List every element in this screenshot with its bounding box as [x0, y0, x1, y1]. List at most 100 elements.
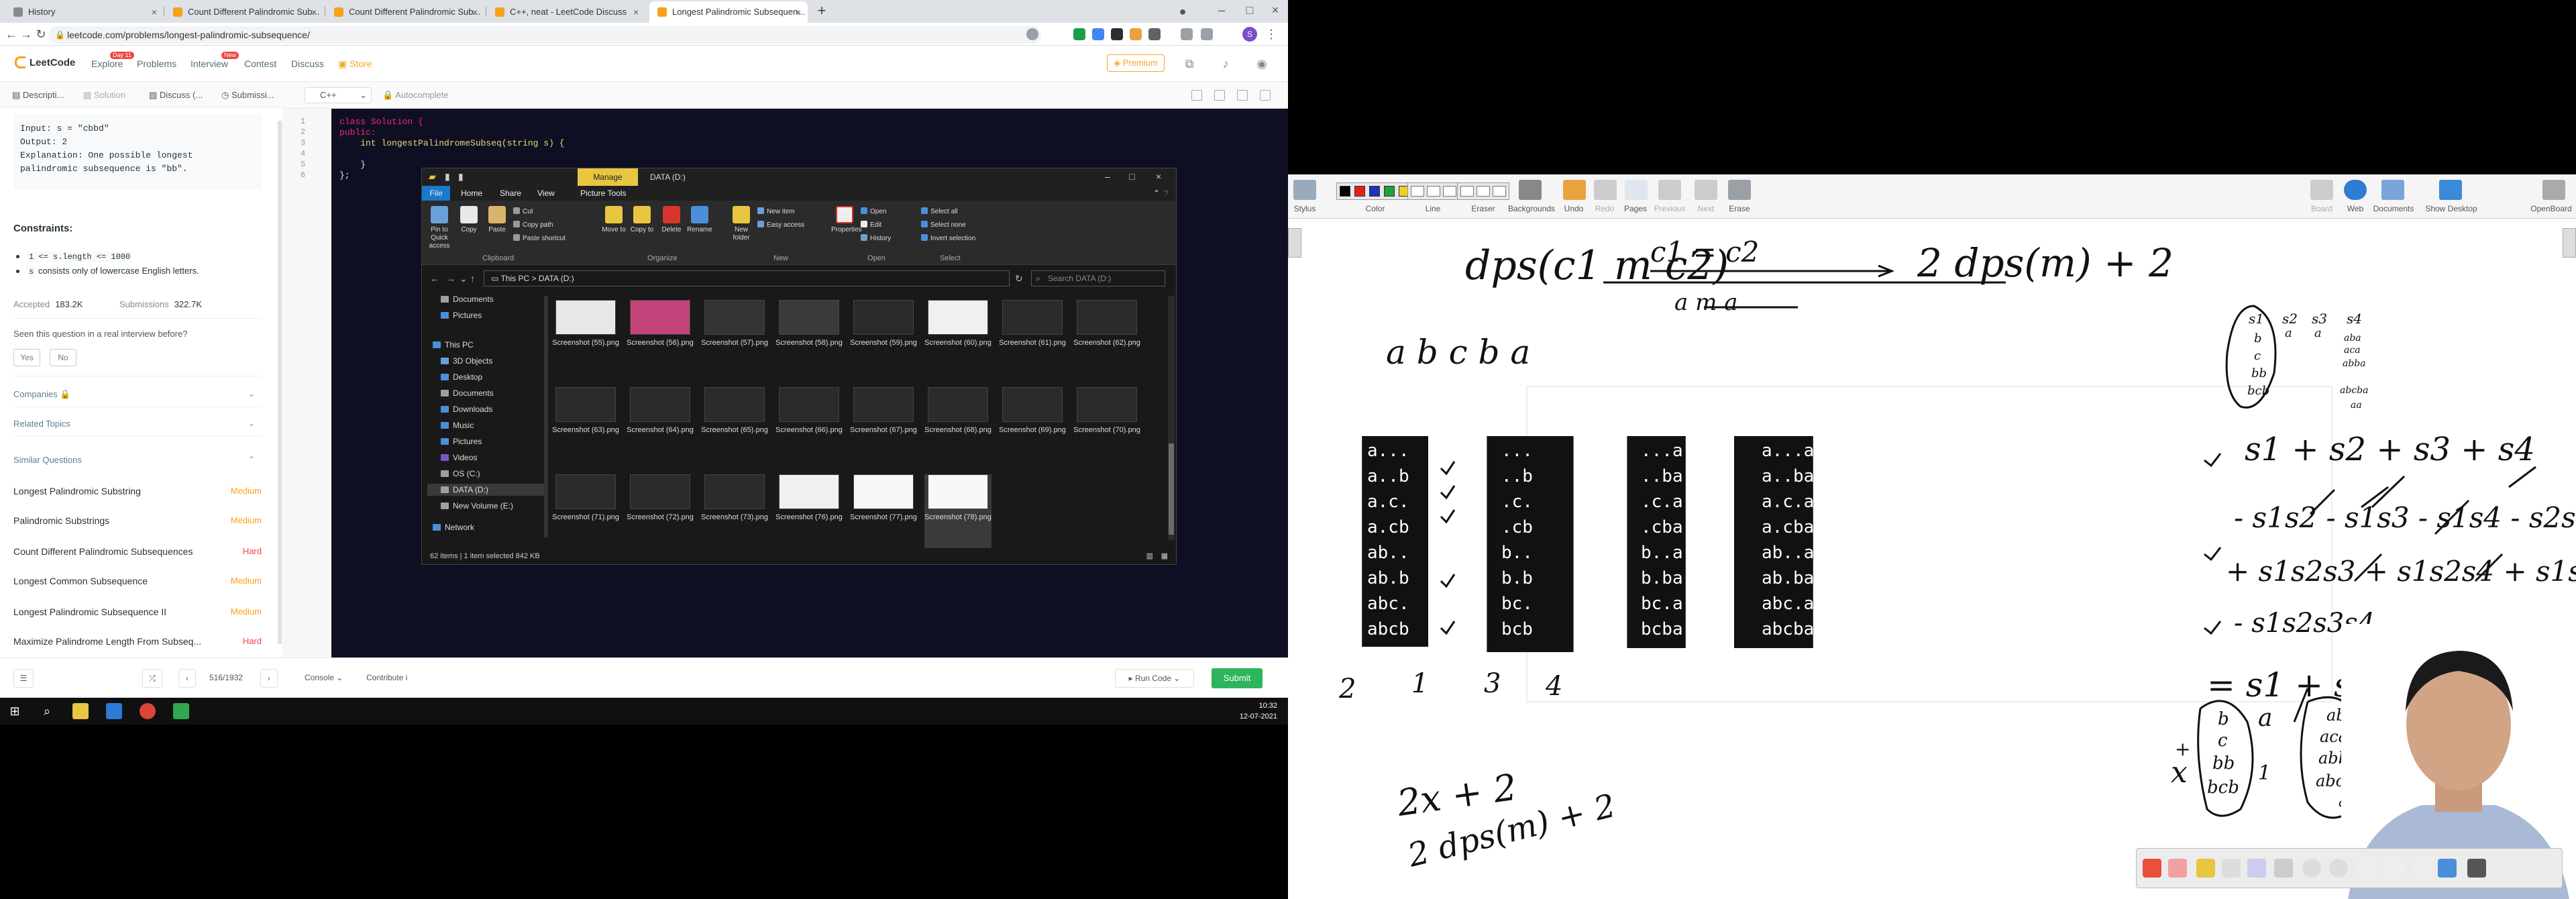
color-blue-swatch[interactable] — [1369, 186, 1380, 197]
forward-icon[interactable]: → — [19, 27, 34, 42]
eraser-medium-button[interactable] — [1477, 186, 1490, 197]
nav-os-c[interactable]: OS (C:) — [441, 469, 480, 478]
backgrounds-icon[interactable] — [1519, 180, 1542, 200]
nav-pictures[interactable]: Pictures — [441, 437, 482, 446]
details-view-icon[interactable]: ▥ — [1146, 548, 1153, 564]
paste-shortcut-button[interactable]: Paste shortcut — [513, 234, 566, 242]
tab-description[interactable]: ▤ Descripti... — [12, 90, 64, 101]
copy-path-button[interactable]: Copy path — [513, 221, 553, 229]
file-thumbnail[interactable]: Screenshot (69).png — [999, 387, 1066, 468]
tab-discuss[interactable]: ▨ Discuss (... — [149, 90, 203, 101]
browser-tab-count-2[interactable]: Count Different Palindromic Sub... × — [326, 1, 484, 23]
extension-icon[interactable] — [1130, 28, 1142, 40]
extension-icon[interactable] — [1111, 28, 1123, 40]
quick-access-icon[interactable]: ▮ — [458, 171, 464, 182]
paste-button[interactable]: Paste — [484, 206, 511, 234]
close-tab-icon[interactable]: × — [472, 1, 478, 23]
eraser-small-button[interactable] — [1460, 186, 1474, 197]
nav-this-pc[interactable]: This PC — [433, 340, 474, 350]
file-thumbnail[interactable]: Screenshot (58).png — [775, 300, 843, 380]
chevron-down-icon[interactable]: ⌄ — [248, 419, 255, 428]
rename-button[interactable]: Rename — [686, 206, 713, 234]
show-desktop-icon[interactable] — [2439, 180, 2462, 200]
shuffle-icon[interactable]: ⤮ — [142, 669, 162, 688]
vscode-icon[interactable] — [106, 703, 122, 719]
board-icon[interactable] — [2310, 180, 2333, 200]
large-icons-view-icon[interactable]: ▦ — [1161, 548, 1168, 564]
menu-kebab-icon[interactable]: ⋮ — [1264, 27, 1279, 42]
user-avatar-icon[interactable]: ◉ — [1254, 56, 1269, 71]
eraser-large-button[interactable] — [1493, 186, 1506, 197]
file-thumbnail[interactable]: Screenshot (72).png — [627, 474, 694, 555]
interact-icon[interactable] — [2247, 859, 2266, 878]
openboard-icon[interactable] — [173, 703, 189, 719]
nav-3d-objects[interactable]: 3D Objects — [441, 356, 492, 366]
select-all-button[interactable]: Select all — [921, 207, 958, 215]
redo-icon[interactable] — [1594, 180, 1617, 200]
extension-icon[interactable] — [1073, 28, 1085, 40]
next-page-icon[interactable] — [1695, 180, 1717, 200]
close-window-icon[interactable]: × — [1268, 3, 1283, 17]
file-thumbnail[interactable]: Screenshot (65).png — [701, 387, 768, 468]
new-item-button[interactable]: New item — [757, 207, 795, 215]
back-icon[interactable]: ← — [4, 27, 19, 42]
nav-discuss[interactable]: Discuss — [291, 58, 324, 69]
ribbon-tab-home[interactable]: Home — [461, 189, 482, 198]
nav-new-volume-e[interactable]: New Volume (E:) — [441, 501, 513, 511]
nav-documents[interactable]: Documents — [441, 388, 494, 398]
nav-problems[interactable]: Problems — [137, 58, 176, 69]
nav-pane-scrollbar[interactable] — [544, 296, 548, 537]
minimize-icon[interactable]: – — [1214, 3, 1229, 17]
no-button[interactable]: No — [50, 349, 76, 366]
yes-button[interactable]: Yes — [13, 349, 40, 366]
zoom-in-icon[interactable] — [2302, 859, 2321, 878]
reset-icon[interactable] — [1214, 90, 1225, 101]
profile-avatar[interactable]: S — [1242, 27, 1257, 42]
eraser-icon[interactable] — [2168, 859, 2187, 878]
color-red-swatch[interactable] — [1354, 186, 1365, 197]
file-thumbnail[interactable]: Screenshot (76).png — [775, 474, 843, 555]
easy-access-button[interactable]: Easy access — [757, 221, 804, 229]
fullscreen-icon[interactable] — [1260, 90, 1271, 101]
nav-pictures[interactable]: Pictures — [441, 311, 482, 320]
cut-button[interactable]: Cut — [513, 207, 533, 215]
nav-store[interactable]: ▣ Store — [338, 58, 372, 70]
tab-solution[interactable]: ▧ Solution — [83, 90, 125, 101]
file-thumbnail[interactable]: Screenshot (56).png — [627, 300, 694, 380]
extension-icon[interactable] — [1092, 28, 1104, 40]
previous-page-icon[interactable] — [1658, 180, 1681, 200]
openboard-menu-icon[interactable] — [2542, 180, 2565, 200]
ribbon-tab-file[interactable]: File — [422, 186, 450, 201]
settings-icon[interactable] — [1237, 90, 1248, 101]
zoom-out-icon[interactable] — [2329, 859, 2348, 878]
nav-contest[interactable]: Contest — [244, 58, 276, 69]
history-button[interactable]: History — [861, 234, 891, 242]
similar-question-link[interactable]: Longest Palindromic Subsequence II Medium — [13, 606, 262, 617]
keyboard-icon[interactable] — [2467, 859, 2486, 878]
file-thumbnail[interactable]: Screenshot (64).png — [627, 387, 694, 468]
pin-quick-access-button[interactable]: Pin to Quick access — [426, 206, 453, 250]
browser-tab-history[interactable]: History × — [5, 1, 164, 23]
selector-icon[interactable] — [2222, 859, 2241, 878]
nav-network[interactable]: Network — [433, 523, 474, 532]
recent-locations-icon[interactable]: ⌄ — [460, 273, 468, 284]
language-select[interactable]: C++ ⌄ — [305, 87, 372, 103]
ribbon-tab-view[interactable]: View — [537, 189, 555, 198]
similar-question-link[interactable]: Maximize Palindrome Length From Subseq..… — [13, 636, 262, 647]
nav-data-d[interactable]: DATA (D:) — [427, 484, 544, 496]
close-tab-icon[interactable]: × — [152, 1, 157, 23]
run-code-button[interactable]: ▸ Run Code ⌄ — [1115, 669, 1194, 688]
manage-tab[interactable]: Manage — [578, 168, 638, 186]
copy-to-button[interactable]: Copy to — [629, 206, 655, 234]
line-thick-button[interactable] — [1443, 186, 1456, 197]
file-thumbnail[interactable]: Screenshot (71).png — [552, 474, 619, 555]
open-button[interactable]: Open — [861, 207, 886, 215]
documents-icon[interactable] — [2381, 180, 2404, 200]
maximize-icon[interactable]: □ — [1242, 3, 1257, 17]
file-thumbnail[interactable]: Screenshot (68).png — [924, 387, 991, 468]
file-grid-scrollbar[interactable] — [1168, 296, 1175, 540]
nav-interview[interactable]: Interview — [191, 58, 228, 69]
file-thumbnail[interactable]: Screenshot (78).png — [924, 474, 991, 555]
marker-icon[interactable] — [2196, 859, 2215, 878]
premium-button[interactable]: ◈ Premium — [1107, 54, 1165, 72]
